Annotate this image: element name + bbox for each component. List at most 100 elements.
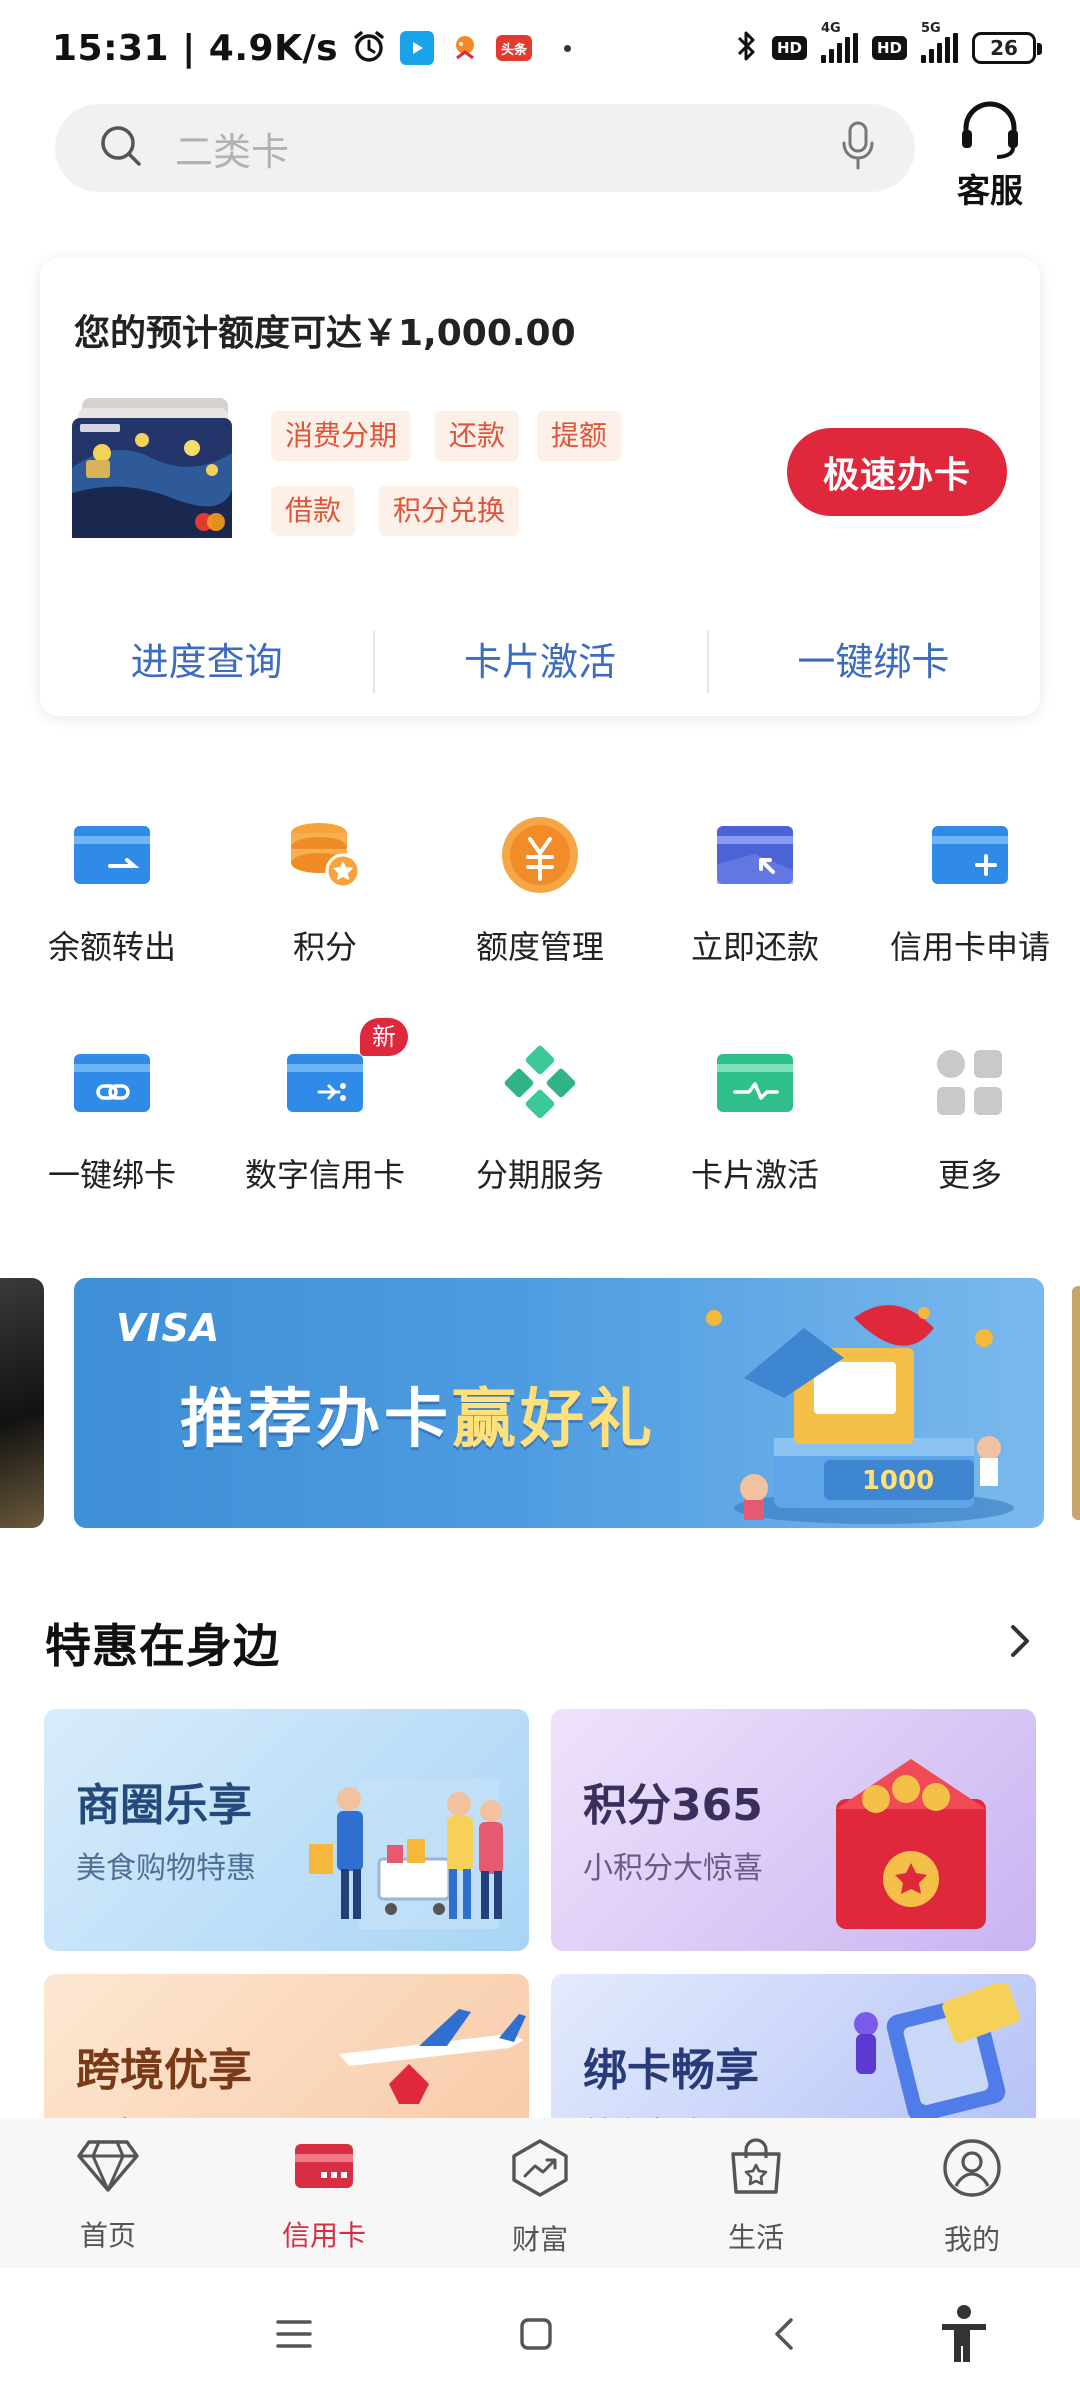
promo-subtitle: 美食购物特惠 (76, 1851, 256, 1886)
digital-card-icon: 新 (282, 1018, 408, 1126)
grid-item-bind-card[interactable]: 一键绑卡 (4, 1018, 220, 1194)
progress-query-link[interactable]: 进度查询 (40, 623, 373, 693)
grid-item-balance-transfer[interactable]: 余额转出 (4, 790, 220, 966)
wealth-icon (509, 2138, 571, 2202)
promo-card-points[interactable]: 积分365 小积分大惊喜 (551, 1709, 1036, 1951)
grid-item-limit-management[interactable]: 额度管理 (432, 790, 648, 966)
tag-repayment[interactable]: 还款 (435, 411, 520, 461)
hd-badge: HD (771, 36, 807, 60)
back-icon[interactable] (754, 2304, 814, 2364)
airplane-illustration (339, 2009, 526, 2104)
promo-title: 积分365 (583, 1780, 763, 1831)
grid-label: 卡片激活 (690, 1156, 819, 1194)
gift-box-illustration: 1000 (706, 1305, 1014, 1524)
promo-title: 商圈乐享 (76, 1780, 252, 1831)
diamond-icon (77, 2138, 139, 2198)
nav-label: 财富 (511, 2223, 568, 2256)
card-apply-icon (927, 812, 1013, 898)
promo-title: 跨境优享 (76, 2045, 252, 2096)
battery-level: 26 (990, 36, 1018, 60)
promo-title: 绑卡畅享 (583, 2045, 759, 2096)
grid-item-digital-card[interactable]: 新 数字信用卡 (217, 1018, 433, 1194)
grid-item-repay-now[interactable]: 立即还款 (647, 790, 863, 966)
nav-home[interactable]: 首页 (0, 2118, 216, 2268)
bind-card-icon (69, 1040, 155, 1126)
accessibility-icon[interactable] (934, 2304, 994, 2364)
search-input[interactable]: 二类卡 (55, 104, 915, 192)
customer-service-button[interactable]: 客服 (945, 100, 1035, 210)
banner-next-peek[interactable] (1072, 1286, 1080, 1520)
microphone-icon[interactable] (841, 121, 875, 175)
grid-label: 更多 (937, 1156, 1002, 1194)
grid-label: 积分 (292, 928, 357, 966)
promo-card-shopping[interactable]: 商圈乐享 美食购物特惠 (44, 1709, 529, 1951)
quick-links: 进度查询 卡片激活 一键绑卡 (40, 623, 1040, 693)
grid-item-more[interactable]: 更多 (862, 1018, 1078, 1194)
limit-management-icon (497, 812, 583, 898)
nav-label: 生活 (727, 2221, 784, 2254)
shopping-people-illustration (309, 1779, 503, 1929)
tag-installment[interactable]: 消费分期 (271, 411, 412, 461)
banner-headline-main: 推荐办卡 (180, 1383, 452, 1457)
nav-mine[interactable]: 我的 (864, 2118, 1080, 2268)
bottom-navigation: 首页 信用卡 财富 生活 我的 (0, 2118, 1080, 2268)
points-icon (282, 812, 368, 898)
nav-credit-card[interactable]: 信用卡 (216, 2118, 432, 2268)
tag-raise-limit[interactable]: 提额 (537, 411, 622, 461)
visa-logo: VISA (116, 1306, 221, 1350)
visa-promo-banner[interactable]: VISA 推荐办卡赢好礼 1000 (74, 1278, 1044, 1528)
grid-item-card-activate[interactable]: 卡片激活 (647, 1018, 863, 1194)
home-square-icon[interactable] (506, 2304, 566, 2364)
shopping-app-icon (448, 31, 482, 65)
notification-dot-icon (564, 44, 572, 52)
status-bar: 15:31 | 4.9K/s 头条 HD 4G HD 5G 26 (0, 0, 1080, 96)
search-row: 二类卡 客服 (0, 100, 1080, 210)
credit-card-icon (293, 2138, 355, 2198)
toutiao-app-icon: 头条 (496, 35, 533, 61)
tag-loan[interactable]: 借款 (271, 486, 356, 536)
nav-label: 我的 (943, 2223, 1000, 2256)
more-grid-icon (927, 1040, 1013, 1126)
grid-label: 数字信用卡 (244, 1156, 405, 1194)
new-badge: 新 (360, 1018, 408, 1056)
phone-card-illustration (854, 1984, 1020, 2122)
fast-apply-button[interactable]: 极速办卡 (787, 428, 1007, 516)
banner-carousel[interactable]: VISA 推荐办卡赢好礼 1000 (0, 1278, 1080, 1528)
nav-label: 首页 (79, 2219, 136, 2252)
card-activation-link[interactable]: 卡片激活 (373, 623, 706, 693)
red-envelope-illustration (836, 1759, 986, 1929)
banner-previous-peek[interactable] (0, 1278, 44, 1528)
grid-label: 立即还款 (690, 928, 819, 966)
customer-service-label: 客服 (957, 171, 1023, 210)
hd-badge-2: HD (871, 36, 907, 60)
banner-headline-highlight: 赢好礼 (452, 1383, 656, 1457)
alarm-icon (352, 29, 386, 67)
nav-life[interactable]: 生活 (648, 2118, 864, 2268)
bluetooth-icon (736, 28, 758, 68)
grid-label: 一键绑卡 (47, 1156, 176, 1194)
shopping-bag-icon (725, 2138, 787, 2200)
balance-transfer-icon (69, 812, 155, 898)
nav-wealth[interactable]: 财富 (432, 2118, 648, 2268)
banner-amount: 1000 (862, 1466, 934, 1496)
one-click-bind-link[interactable]: 一键绑卡 (706, 623, 1040, 693)
status-time-speed: 15:31 | 4.9K/s (52, 27, 339, 69)
credit-card-image (72, 398, 238, 538)
credit-apply-panel: 您的预计额度可达￥1,000.00 消费分期 还款 提额 借款 积分兑换 极速办… (40, 258, 1040, 716)
grid-item-installment[interactable]: 分期服务 (432, 1018, 648, 1194)
menu-icon[interactable] (264, 2304, 324, 2364)
banner-headline: 推荐办卡赢好礼 (180, 1368, 656, 1460)
nav-label: 信用卡 (281, 2219, 366, 2252)
grid-label: 余额转出 (47, 928, 176, 966)
chevron-right-icon[interactable] (1005, 1621, 1035, 1665)
section-title: 特惠在身边 (45, 1619, 280, 1673)
search-placeholder: 二类卡 (175, 129, 290, 174)
headset-icon (954, 100, 1026, 166)
tag-points-exchange[interactable]: 积分兑换 (379, 486, 520, 536)
grid-item-points[interactable]: 积分 (217, 790, 433, 966)
video-app-icon (400, 31, 435, 65)
installment-icon (497, 1040, 583, 1126)
grid-item-card-apply[interactable]: 信用卡申请 (862, 790, 1078, 966)
search-icon (97, 122, 145, 174)
promo-subtitle: 小积分大惊喜 (583, 1851, 763, 1886)
